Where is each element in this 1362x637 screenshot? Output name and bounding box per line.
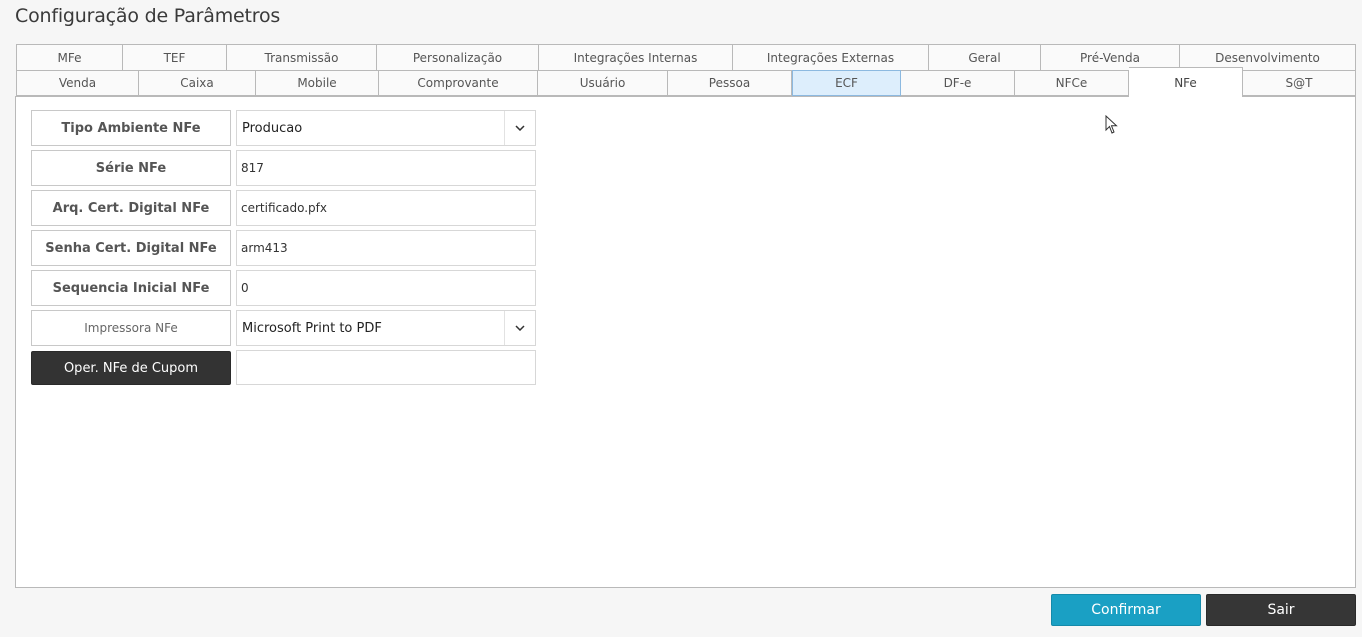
tab-sat[interactable]: S@T [1243, 70, 1356, 96]
tab-integracoes-externas[interactable]: Integrações Externas [733, 44, 929, 70]
tab-mobile[interactable]: Mobile [256, 70, 379, 96]
sequencia-label: Sequencia Inicial NFe [31, 270, 231, 306]
impressora-label: Impressora NFe [31, 310, 231, 346]
page-title: Configuração de Parâmetros [15, 5, 281, 27]
chevron-down-icon[interactable] [504, 111, 535, 145]
impressora-value: Microsoft Print to PDF [242, 320, 382, 336]
mouse-pointer-icon [1105, 114, 1119, 135]
tab-integracoes-internas[interactable]: Integrações Internas [539, 44, 733, 70]
oper-cupom-button[interactable]: Oper. NFe de Cupom [31, 351, 231, 385]
sequencia-input[interactable] [236, 270, 536, 306]
tab-personalizacao[interactable]: Personalização [377, 44, 539, 70]
exit-button[interactable]: Sair [1206, 594, 1356, 626]
tipo-ambiente-value: Producao [242, 120, 303, 136]
senha-cert-label: Senha Cert. Digital NFe [31, 230, 231, 266]
serie-input[interactable] [236, 150, 536, 186]
tab-venda[interactable]: Venda [16, 70, 139, 96]
serie-label: Série NFe [31, 150, 231, 186]
tab-ecf[interactable]: ECF [792, 70, 901, 96]
tab-dfe[interactable]: DF-e [901, 70, 1015, 96]
tab-mfe[interactable]: MFe [16, 44, 123, 70]
chevron-down-icon[interactable] [504, 311, 535, 345]
arq-cert-label: Arq. Cert. Digital NFe [31, 190, 231, 226]
tab-pessoa[interactable]: Pessoa [668, 70, 792, 96]
tab-usuario[interactable]: Usuário [538, 70, 668, 96]
tab-caixa[interactable]: Caixa [139, 70, 256, 96]
tipo-ambiente-select[interactable]: Producao [236, 110, 536, 146]
tab-comprovante[interactable]: Comprovante [379, 70, 538, 96]
confirm-button[interactable]: Confirmar [1051, 594, 1201, 626]
oper-cupom-input[interactable] [236, 350, 536, 385]
tab-geral[interactable]: Geral [929, 44, 1041, 70]
arq-cert-input[interactable] [236, 190, 536, 226]
tipo-ambiente-label: Tipo Ambiente NFe [31, 110, 231, 146]
tab-nfe[interactable]: NFe [1129, 67, 1243, 97]
tab-nfce[interactable]: NFCe [1015, 70, 1129, 96]
tab-transmissao[interactable]: Transmissão [227, 44, 377, 70]
impressora-select[interactable]: Microsoft Print to PDF [236, 310, 536, 346]
senha-cert-input[interactable] [236, 230, 536, 266]
tab-tef[interactable]: TEF [123, 44, 227, 70]
